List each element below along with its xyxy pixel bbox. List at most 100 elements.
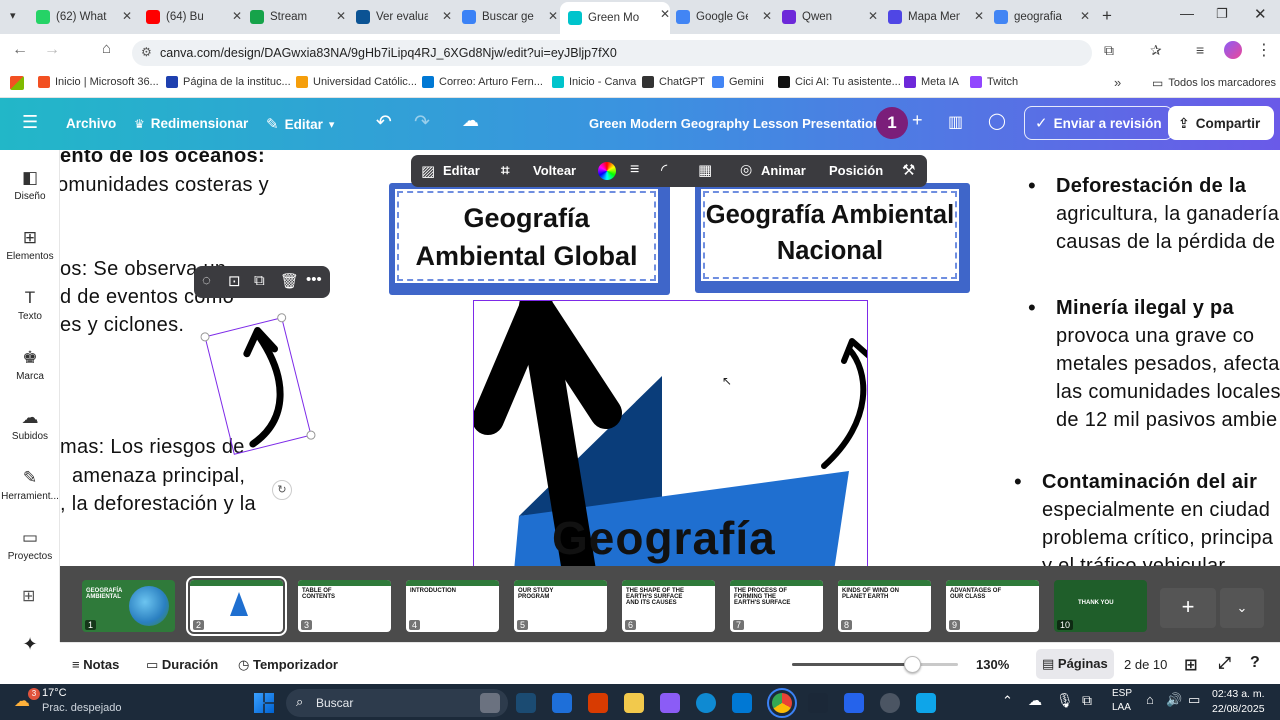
- rotate-handle-icon[interactable]: ↻: [272, 480, 292, 500]
- transparency-icon[interactable]: ▦: [698, 161, 712, 179]
- page-thumbnail[interactable]: KINDS OF WIND ON PLANET EARTH 8: [838, 580, 931, 632]
- tab-search-dropdown-icon[interactable]: ▾: [10, 9, 16, 22]
- app-icon[interactable]: [552, 693, 572, 713]
- page-thumbnail[interactable]: GEOGRAFÍA AMBIENTAL 1: [82, 580, 175, 632]
- bookmark-link[interactable]: Cici AI: Tu asistente...: [778, 76, 901, 88]
- browser-menu-icon[interactable]: ⋮: [1256, 40, 1272, 60]
- tab-close-icon[interactable]: ✕: [122, 9, 132, 23]
- bookmark-link[interactable]: ChatGPT: [642, 76, 705, 88]
- color-picker-icon[interactable]: [598, 162, 616, 180]
- clock-time[interactable]: 02:43 a. m.: [1212, 688, 1265, 700]
- tray-app-icon[interactable]: ⧉: [1082, 692, 1092, 709]
- bookmark-link[interactable]: Gemini: [712, 76, 764, 88]
- browser-tab[interactable]: Ver evalua ✕: [356, 4, 452, 30]
- onedrive-icon[interactable]: ☁: [1028, 692, 1042, 709]
- comment-icon[interactable]: ◯: [988, 111, 1006, 131]
- bookmark-link[interactable]: Universidad Católic...: [296, 76, 417, 88]
- forward-icon[interactable]: →: [44, 41, 60, 59]
- outlook-icon[interactable]: [732, 693, 752, 713]
- collapse-pages-button[interactable]: ⌄: [1220, 588, 1264, 628]
- tray-overflow-icon[interactable]: ⌃: [1002, 693, 1013, 709]
- tab-close-icon[interactable]: ✕: [442, 9, 452, 23]
- profile-avatar[interactable]: [1224, 41, 1242, 59]
- crop-icon[interactable]: ⌗: [501, 162, 509, 179]
- sidebar-item-herramient[interactable]: ✎ Herramient...: [0, 468, 60, 502]
- tab-close-icon[interactable]: ✕: [762, 9, 772, 23]
- page-thumbnail[interactable]: 2: [186, 576, 287, 636]
- tab-close-icon[interactable]: ✕: [548, 9, 558, 23]
- tab-close-icon[interactable]: ✕: [868, 9, 878, 23]
- bookmark-link[interactable]: Página de la instituc...: [166, 76, 291, 88]
- collaborator-avatar[interactable]: 1: [876, 107, 908, 139]
- browser-tab[interactable]: Google Ge ✕: [676, 4, 772, 30]
- language-top[interactable]: ESP: [1112, 688, 1132, 699]
- all-bookmarks-folder[interactable]: ▭ Todos los marcadores: [1152, 76, 1276, 90]
- design-canvas[interactable]: ento de los océanos: omunidades costeras …: [60, 150, 1280, 566]
- tab-close-icon[interactable]: ✕: [974, 9, 984, 23]
- app-icon[interactable]: [880, 693, 900, 713]
- microphone-icon[interactable]: 🎙: [1056, 692, 1074, 709]
- app-icon[interactable]: [516, 693, 536, 713]
- tab-close-icon[interactable]: ✕: [1080, 9, 1090, 23]
- edge-icon[interactable]: [696, 693, 716, 713]
- browser-tab[interactable]: Green Mo ✕: [560, 2, 670, 34]
- redo-icon[interactable]: ↷: [414, 111, 430, 134]
- more-options-icon[interactable]: •••: [306, 271, 322, 288]
- resize-menu[interactable]: ♛ Redimensionar: [134, 116, 248, 131]
- volume-icon[interactable]: 🔊: [1166, 692, 1182, 708]
- zoom-level[interactable]: 130%: [976, 657, 1009, 672]
- undo-icon[interactable]: ↶: [376, 111, 392, 134]
- resize-handle[interactable]: [305, 429, 317, 441]
- flip-button[interactable]: Voltear: [533, 163, 576, 178]
- restore-window-button[interactable]: ❐: [1216, 6, 1228, 22]
- corner-rounding-icon[interactable]: ◜: [661, 160, 667, 180]
- notes-button[interactable]: ≡ Notas: [72, 657, 119, 672]
- add-collaborator-icon[interactable]: +: [912, 110, 923, 131]
- sidebar-item-marca[interactable]: ♚ Marca: [0, 348, 60, 382]
- duplicate-icon[interactable]: ⧉: [254, 272, 265, 289]
- share-button[interactable]: ⇪ Compartir: [1168, 106, 1274, 140]
- windows-start-icon[interactable]: [254, 693, 274, 713]
- grid-view-icon[interactable]: ⊞: [1184, 655, 1197, 675]
- file-explorer-icon[interactable]: [624, 693, 644, 713]
- new-tab-button[interactable]: +: [1102, 6, 1112, 26]
- duration-button[interactable]: ▭ Duración: [146, 657, 218, 673]
- browser-tab[interactable]: Stream ✕: [250, 4, 346, 30]
- minimize-window-button[interactable]: —: [1180, 5, 1194, 21]
- task-view-icon[interactable]: [480, 693, 500, 713]
- sidebar-item-elementos[interactable]: ⊞ Elementos: [0, 228, 60, 262]
- page-thumbnail[interactable]: INTRODUCTION 4: [406, 580, 499, 632]
- network-icon[interactable]: ⌂: [1146, 692, 1154, 707]
- extensions-icon[interactable]: ⧉: [1104, 42, 1114, 59]
- steam-icon[interactable]: [808, 693, 828, 713]
- trash-icon[interactable]: 🗑: [280, 272, 299, 290]
- sidebar-item-proyectos[interactable]: ▭ Proyectos: [0, 528, 60, 562]
- clock-date[interactable]: 22/08/2025: [1212, 703, 1265, 715]
- copy-style-icon[interactable]: ⚒: [902, 161, 915, 179]
- back-icon[interactable]: ←: [12, 41, 28, 59]
- animate-button[interactable]: Animar: [761, 163, 806, 178]
- bookmark-link[interactable]: Inicio | Microsoft 36...: [38, 76, 159, 88]
- browser-tab[interactable]: (62) What ✕: [36, 4, 132, 30]
- bookmark-link[interactable]: Meta IA: [904, 76, 959, 88]
- lock-icon[interactable]: ⊡: [228, 272, 241, 290]
- sidebar-item-subidos[interactable]: ☁ Subidos: [0, 408, 60, 442]
- page-thumbnail[interactable]: THE SHAPE OF THE EARTH'S SURFACE AND ITS…: [622, 580, 715, 632]
- timer-button[interactable]: ◷ Temporizador: [238, 657, 338, 673]
- chrome-icon[interactable]: [767, 688, 797, 718]
- add-page-button[interactable]: +: [1160, 588, 1216, 628]
- site-info-icon[interactable]: ⚙: [141, 45, 152, 59]
- comment-add-icon[interactable]: ◌: [202, 272, 211, 289]
- close-window-button[interactable]: ✕: [1254, 5, 1267, 23]
- card-global[interactable]: Geografía Ambiental Global: [389, 183, 670, 295]
- store-icon[interactable]: [588, 693, 608, 713]
- zoom-slider-track[interactable]: [792, 656, 958, 673]
- browser-tab[interactable]: Mapa Men ✕: [888, 4, 984, 30]
- edit-image-icon[interactable]: ▨: [421, 162, 435, 180]
- page-thumbnail[interactable]: OUR STUDY PROGRAM 5: [514, 580, 607, 632]
- taskbar-search[interactable]: ⌕ Buscar: [286, 689, 508, 717]
- page-thumbnail[interactable]: TABLE OF CONTENTS 3: [298, 580, 391, 632]
- page-thumbnail[interactable]: THE PROCESS OF FORMING THE EARTH'S SURFA…: [730, 580, 823, 632]
- favorites-icon[interactable]: ✰: [1150, 42, 1162, 59]
- apps-grid-icon[interactable]: ⊞: [22, 586, 35, 606]
